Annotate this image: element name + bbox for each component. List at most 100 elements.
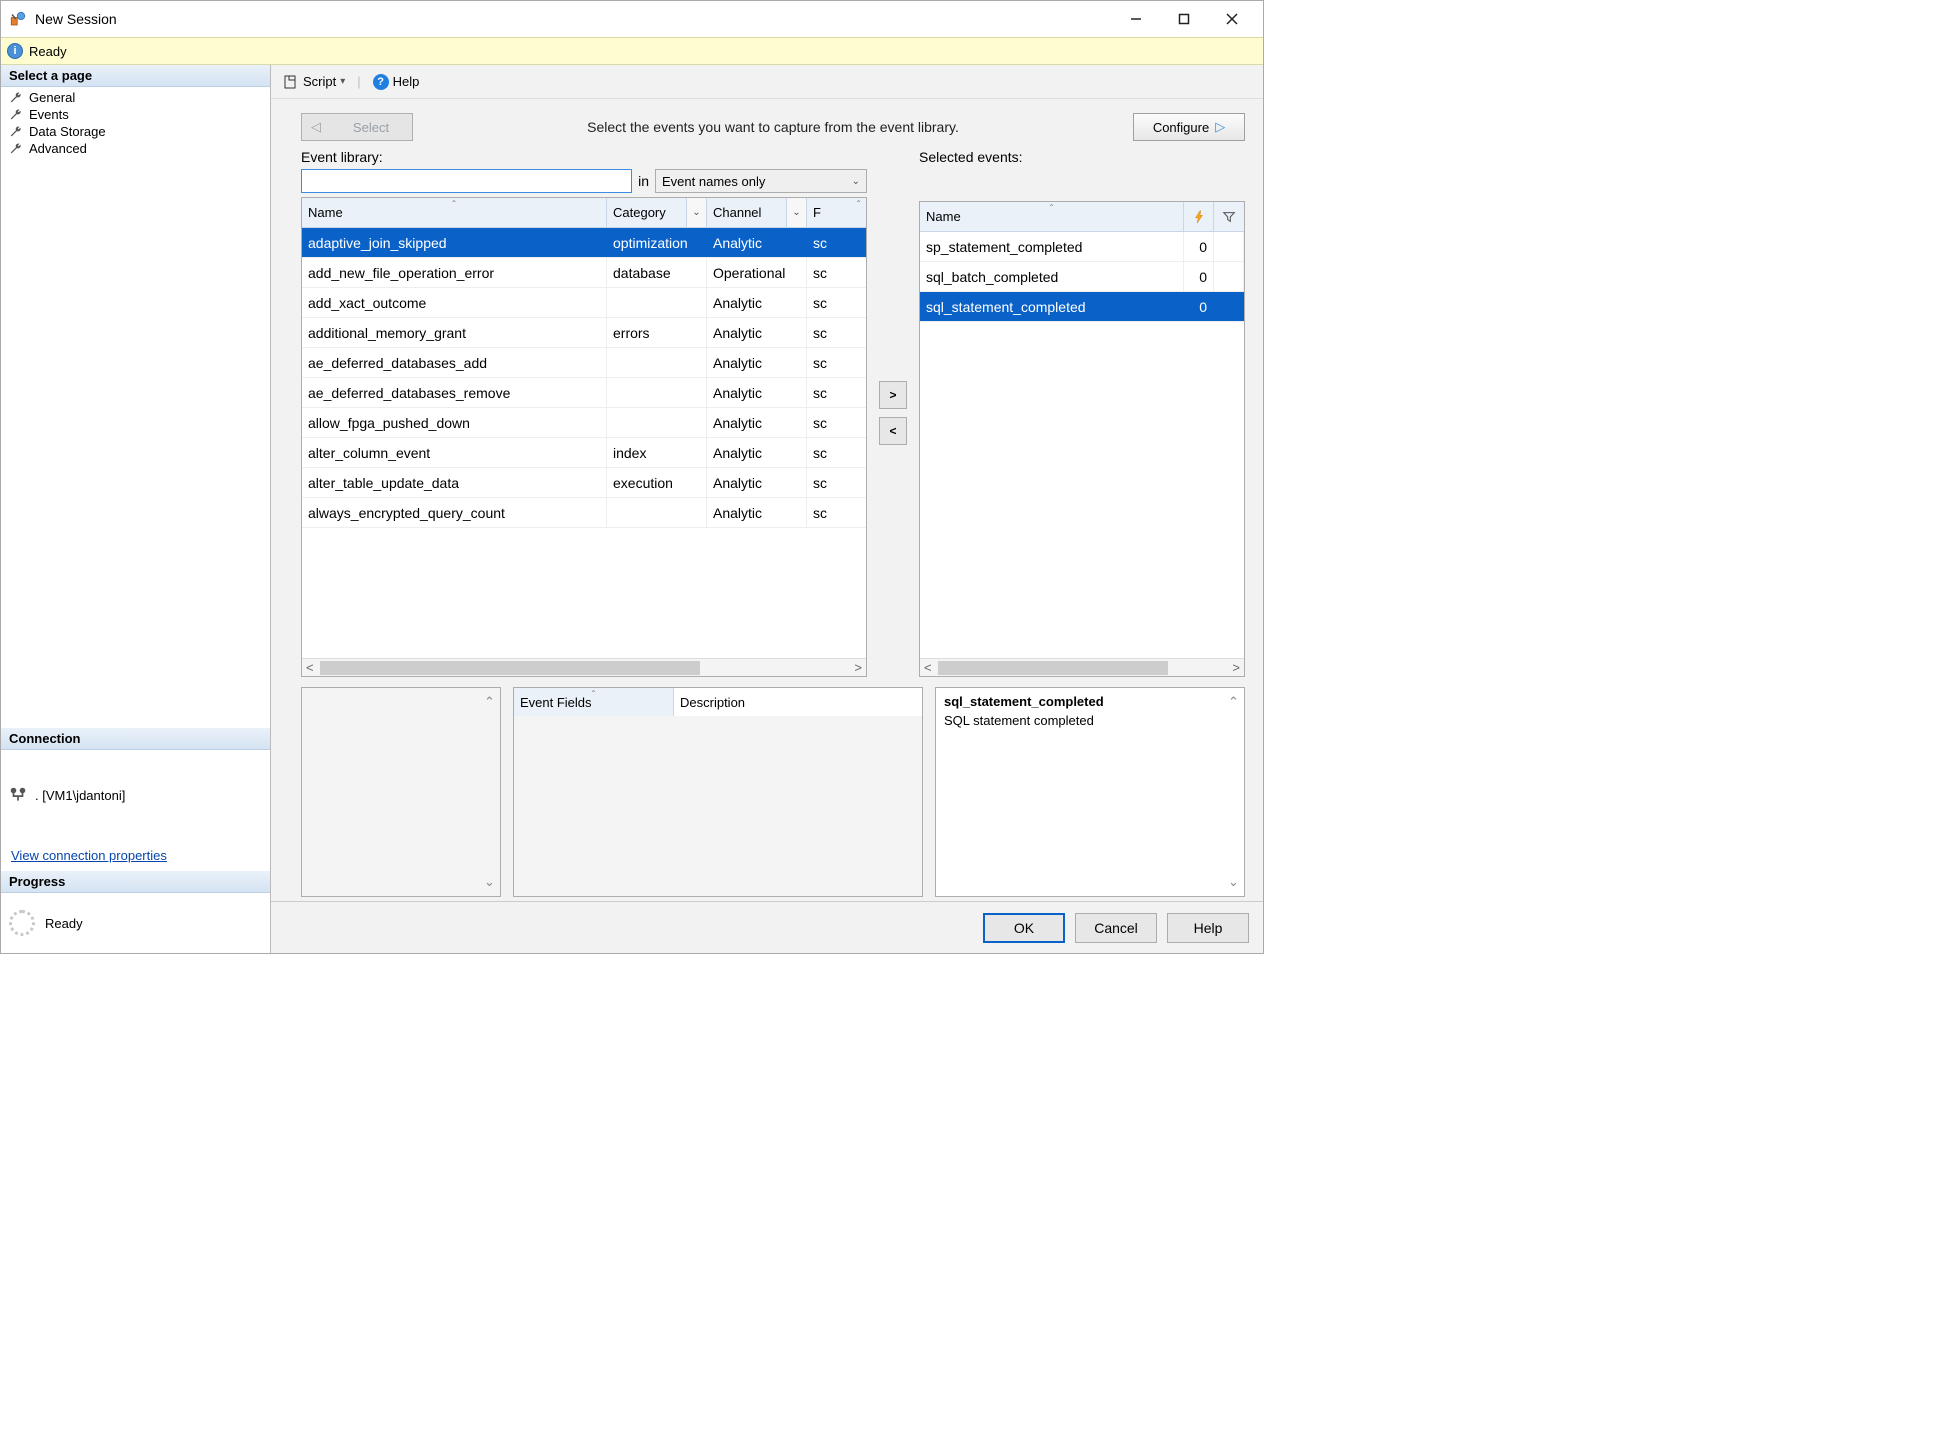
selected-row[interactable]: sql_batch_completed0 [920,262,1244,292]
progress-body: Ready [1,893,270,953]
page-advanced[interactable]: Advanced [5,140,266,157]
dialog-buttons: OK Cancel Help [271,901,1263,953]
left-pane: Select a page General Events Data Storag… [1,65,271,953]
cell-category: database [607,258,707,287]
cell-name: allow_fpga_pushed_down [302,408,607,437]
cell-name: sql_statement_completed [920,292,1184,321]
event-detail-box: sql_statement_completed SQL statement co… [935,687,1245,897]
maximize-button[interactable] [1161,4,1207,34]
col-filter[interactable] [1214,202,1244,231]
add-event-button[interactable]: > [879,381,907,409]
triangle-right-icon: ▷ [1215,119,1225,135]
col-channel-drop[interactable]: ⌄ [787,198,807,227]
cell-name: ae_deferred_databases_remove [302,378,607,407]
pages-header: Select a page [1,65,270,87]
library-row[interactable]: add_xact_outcomeAnalyticsc [302,288,866,318]
scroll-down-icon[interactable]: ⌄ [484,874,498,890]
scroll-down-icon[interactable]: ⌄ [1228,874,1242,890]
cell-category [607,408,707,437]
ok-button[interactable]: OK [983,913,1065,943]
cell-extra: sc [807,288,866,317]
category-desc-box: ⌃⌄ [301,687,501,897]
script-button[interactable]: Script ▾ [277,72,351,92]
help-button[interactable]: ? Help [367,72,426,92]
scroll-up-icon[interactable]: ⌃ [1228,694,1242,710]
transfer-buttons: > < [877,149,909,677]
close-button[interactable] [1209,4,1255,34]
col-name[interactable]: ⌃Name [302,198,607,227]
cell-category: errors [607,318,707,347]
library-row[interactable]: ae_deferred_databases_addAnalyticsc [302,348,866,378]
col-extra[interactable]: F⌃ [807,198,866,227]
cell-channel: Analytic [707,468,807,497]
app-icon [9,10,27,28]
toolbar-separator: | [357,74,360,89]
select-button[interactable]: ◁ Select [301,113,413,141]
script-icon [283,74,299,90]
cell-filter [1214,232,1244,261]
cell-count: 0 [1184,292,1214,321]
chevron-down-icon: ▾ [340,76,345,87]
selected-row[interactable]: sp_statement_completed0 [920,232,1244,262]
configure-button[interactable]: Configure ▷ [1133,113,1245,141]
connection-header: Connection [1,728,270,750]
page-general[interactable]: General [5,89,266,106]
scroll-up-icon[interactable]: ⌃ [484,694,498,710]
minimize-button[interactable] [1113,4,1159,34]
col-event-fields[interactable]: ⌃Event Fields [514,688,674,716]
hscroll-thumb[interactable] [938,661,1168,675]
server-icon [9,786,27,804]
selected-row[interactable]: sql_statement_completed0 [920,292,1244,322]
cancel-button[interactable]: Cancel [1075,913,1157,943]
col-channel[interactable]: Channel [707,198,787,227]
library-row[interactable]: add_new_file_operation_errordatabaseOper… [302,258,866,288]
col-name[interactable]: ⌃Name [920,202,1184,231]
cell-name: adaptive_join_skipped [302,228,607,257]
library-row[interactable]: ae_deferred_databases_removeAnalyticsc [302,378,866,408]
library-row[interactable]: additional_memory_granterrorsAnalyticsc [302,318,866,348]
help-label: Help [393,74,420,89]
funnel-icon [1222,210,1236,224]
cell-extra: sc [807,408,866,437]
library-row[interactable]: alter_table_update_dataexecutionAnalytic… [302,468,866,498]
event-library-label: Event library: [301,149,867,165]
cell-name: additional_memory_grant [302,318,607,347]
library-row[interactable]: alter_column_eventindexAnalyticsc [302,438,866,468]
bolt-icon [1192,210,1206,224]
selected-grid-body[interactable]: sp_statement_completed0sql_batch_complet… [920,232,1244,658]
library-grid-body[interactable]: adaptive_join_skippedoptimizationAnalyti… [302,228,866,658]
connection-value: . [VM1\jdantoni] [35,788,125,803]
remove-event-button[interactable]: < [879,417,907,445]
cell-channel: Analytic [707,348,807,377]
cell-channel: Analytic [707,228,807,257]
library-row[interactable]: always_encrypted_query_countAnalyticsc [302,498,866,528]
cell-name: sql_batch_completed [920,262,1184,291]
selected-hscroll[interactable]: < > [920,658,1244,676]
connection-body: . [VM1\jdantoni] [1,750,270,840]
page-events[interactable]: Events [5,106,266,123]
cell-channel: Analytic [707,408,807,437]
library-hscroll[interactable]: < > [302,658,866,676]
filter-mode-combo[interactable]: Event names only ⌄ [655,169,867,193]
help-button[interactable]: Help [1167,913,1249,943]
cell-name: ae_deferred_databases_add [302,348,607,377]
col-description[interactable]: Description [674,688,922,716]
col-category[interactable]: Category [607,198,687,227]
library-filter-input[interactable] [301,169,632,193]
info-icon: i [7,43,23,59]
wrench-icon [9,91,23,105]
new-session-dialog: New Session i Ready Select a page Genera… [0,0,1264,954]
event-library-panel: Event library: in Event names only ⌄ ⌃N [301,149,867,677]
cell-count: 0 [1184,262,1214,291]
cell-name: alter_table_update_data [302,468,607,497]
col-category-drop[interactable]: ⌄ [687,198,707,227]
view-connection-properties-link[interactable]: View connection properties [11,848,167,863]
cell-category: index [607,438,707,467]
library-row[interactable]: adaptive_join_skippedoptimizationAnalyti… [302,228,866,258]
page-data-storage[interactable]: Data Storage [5,123,266,140]
cell-extra: sc [807,378,866,407]
col-actions[interactable] [1184,202,1214,231]
hscroll-thumb[interactable] [320,661,700,675]
library-row[interactable]: allow_fpga_pushed_down Analyticsc [302,408,866,438]
wrench-icon [9,108,23,122]
